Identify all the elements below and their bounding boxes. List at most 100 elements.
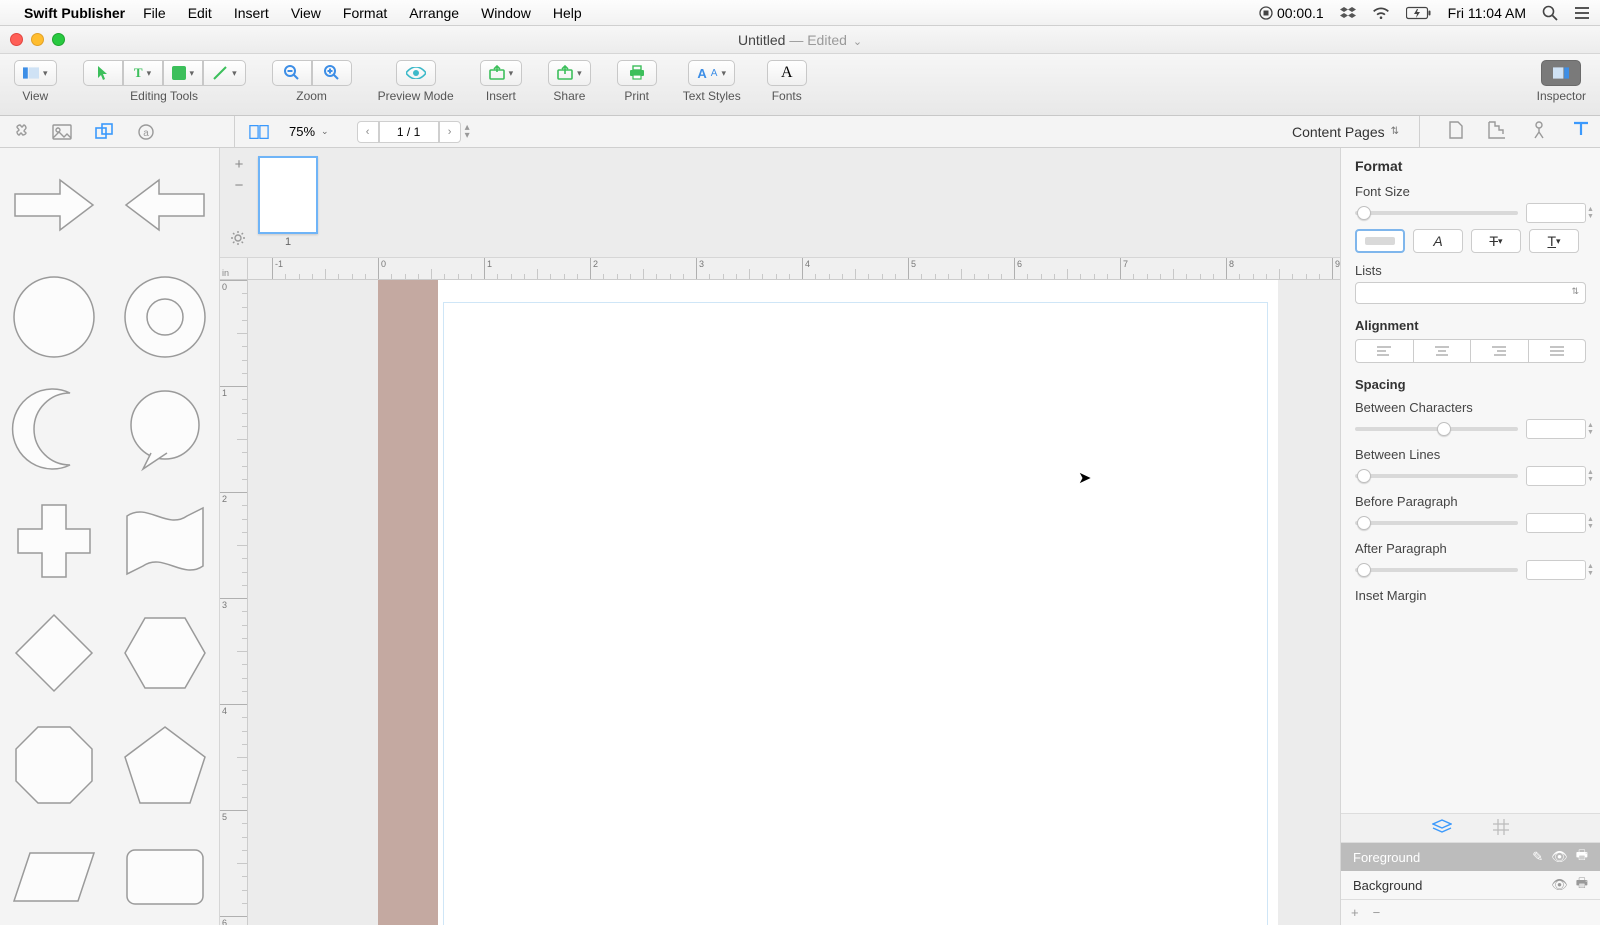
layer-print-icon[interactable]: 🖶 [1576,846,1588,868]
wifi-icon[interactable] [1372,6,1390,20]
layers-tab-icon[interactable] [1432,819,1452,838]
shape-donut[interactable] [117,270,214,364]
zoom-in-button[interactable] [312,60,352,86]
shape-diamond[interactable] [6,606,103,700]
line-spacing-slider[interactable] [1355,474,1518,478]
smart-shapes-panel-icon[interactable]: a [136,122,156,142]
spotlight-icon[interactable] [1542,5,1558,21]
vertical-ruler[interactable]: 012345678 [220,280,248,925]
zoom-out-button[interactable] [272,60,312,86]
menu-arrange[interactable]: Arrange [409,5,459,21]
align-left-button[interactable] [1355,339,1414,363]
horizontal-ruler[interactable]: -1012345678910 [248,258,1340,280]
facing-pages-icon[interactable] [249,122,269,142]
layer-background[interactable]: Background 👁 🖶 [1341,871,1600,899]
add-layer-icon[interactable]: + [1351,905,1359,920]
next-page-button[interactable]: › [439,121,461,143]
menu-file[interactable]: File [143,5,166,21]
inspector-tab-appearance-icon[interactable] [1530,121,1548,142]
shape-rounded-rect[interactable] [117,830,214,924]
remove-page-icon[interactable]: − [235,177,244,194]
clipart-panel-icon[interactable] [10,122,30,142]
shape-plus[interactable] [6,494,103,588]
menu-edit[interactable]: Edit [188,5,212,21]
bold-button[interactable] [1355,229,1405,253]
after-para-field[interactable]: ▲▼ [1526,560,1586,580]
dropbox-icon[interactable] [1340,5,1356,21]
share-button[interactable]: ▾ [548,60,591,86]
line-spacing-field[interactable]: ▲▼ [1526,466,1586,486]
inspector-tab-text-icon[interactable] [1572,121,1590,142]
char-spacing-slider[interactable] [1355,427,1518,431]
underline-button[interactable]: T▾ [1529,229,1579,253]
layer-foreground[interactable]: Foreground ✎ 👁 🖶 [1341,843,1600,871]
minimize-window[interactable] [31,33,44,46]
photos-panel-icon[interactable] [52,122,72,142]
view-mode-button[interactable]: ▾ [14,60,57,86]
shape-crescent[interactable] [6,382,103,476]
insert-button[interactable]: ▾ [480,60,523,86]
inspector-toggle[interactable] [1541,60,1581,86]
italic-button[interactable]: A [1413,229,1463,253]
clock[interactable]: Fri 11:04 AM [1448,5,1526,21]
menu-help[interactable]: Help [553,5,582,21]
pages-popup[interactable]: Content Pages⇅ [1292,124,1399,140]
shapes-panel-icon[interactable] [94,122,114,142]
align-justify-button[interactable] [1529,339,1587,363]
menu-window[interactable]: Window [481,5,531,21]
document-title[interactable]: Untitled — Edited ⌄ [738,32,862,48]
font-size-slider[interactable] [1355,211,1518,215]
zoom-window[interactable] [52,33,65,46]
line-tool[interactable]: ▾ [203,60,246,86]
inspector-tab-document-icon[interactable] [1448,121,1464,142]
layer-visibility-icon[interactable]: 👁 [1551,849,1568,865]
lists-dropdown[interactable]: ⇅ [1355,282,1586,304]
fonts-button[interactable]: A [767,60,807,86]
canvas[interactable]: ➤ [248,280,1340,925]
inspector-tab-geometry-icon[interactable] [1488,121,1506,142]
layer-visibility-icon[interactable]: 👁 [1551,877,1568,893]
shape-arrow-left[interactable] [117,158,214,252]
before-para-slider[interactable] [1355,521,1518,525]
menu-format[interactable]: Format [343,5,387,21]
align-right-button[interactable] [1471,339,1529,363]
chevron-down-icon[interactable]: ⌄ [853,36,862,48]
align-center-button[interactable] [1414,339,1472,363]
battery-icon[interactable] [1406,6,1432,20]
shape-speech-bubble[interactable] [117,382,214,476]
page-stepper[interactable]: ▴▾ [465,124,470,140]
shape-tool[interactable]: ▾ [163,60,204,86]
shape-wave-flag[interactable] [117,494,214,588]
app-name[interactable]: Swift Publisher [24,5,125,21]
close-window[interactable] [10,33,23,46]
zoom-dropdown[interactable]: 75%⌄ [289,124,329,139]
ruler-unit[interactable]: in [220,258,248,280]
layer-lock-icon[interactable]: ✎ [1532,849,1543,865]
print-button[interactable] [617,60,657,86]
shape-octagon[interactable] [6,718,103,812]
prev-page-button[interactable]: ‹ [357,121,379,143]
pointer-tool[interactable] [83,60,123,86]
shape-hexagon[interactable] [117,606,214,700]
menu-insert[interactable]: Insert [234,5,269,21]
remove-layer-icon[interactable]: − [1373,905,1381,920]
strikethrough-button[interactable]: T▾ [1471,229,1521,253]
before-para-field[interactable]: ▲▼ [1526,513,1586,533]
add-page-icon[interactable]: + [235,156,244,173]
font-size-field[interactable]: ▲▼ [1526,203,1586,223]
menu-view[interactable]: View [291,5,321,21]
after-para-slider[interactable] [1355,568,1518,572]
thumbnail-options-icon[interactable] [230,230,246,251]
text-styles-button[interactable]: AA▾ [688,60,735,86]
layer-print-icon[interactable]: 🖶 [1576,874,1588,896]
shape-circle[interactable] [6,270,103,364]
shape-arrow-right[interactable] [6,158,103,252]
text-tool[interactable]: T▾ [123,60,163,86]
preview-mode-button[interactable] [396,60,436,86]
shape-pentagon[interactable] [117,718,214,812]
char-spacing-field[interactable]: ▲▼ [1526,419,1586,439]
shape-parallelogram[interactable] [6,830,103,924]
record-timer-icon[interactable]: 00:00.1 [1259,5,1324,21]
page-indicator[interactable]: 1 / 1 [379,121,439,143]
grid-tab-icon[interactable] [1492,818,1510,839]
